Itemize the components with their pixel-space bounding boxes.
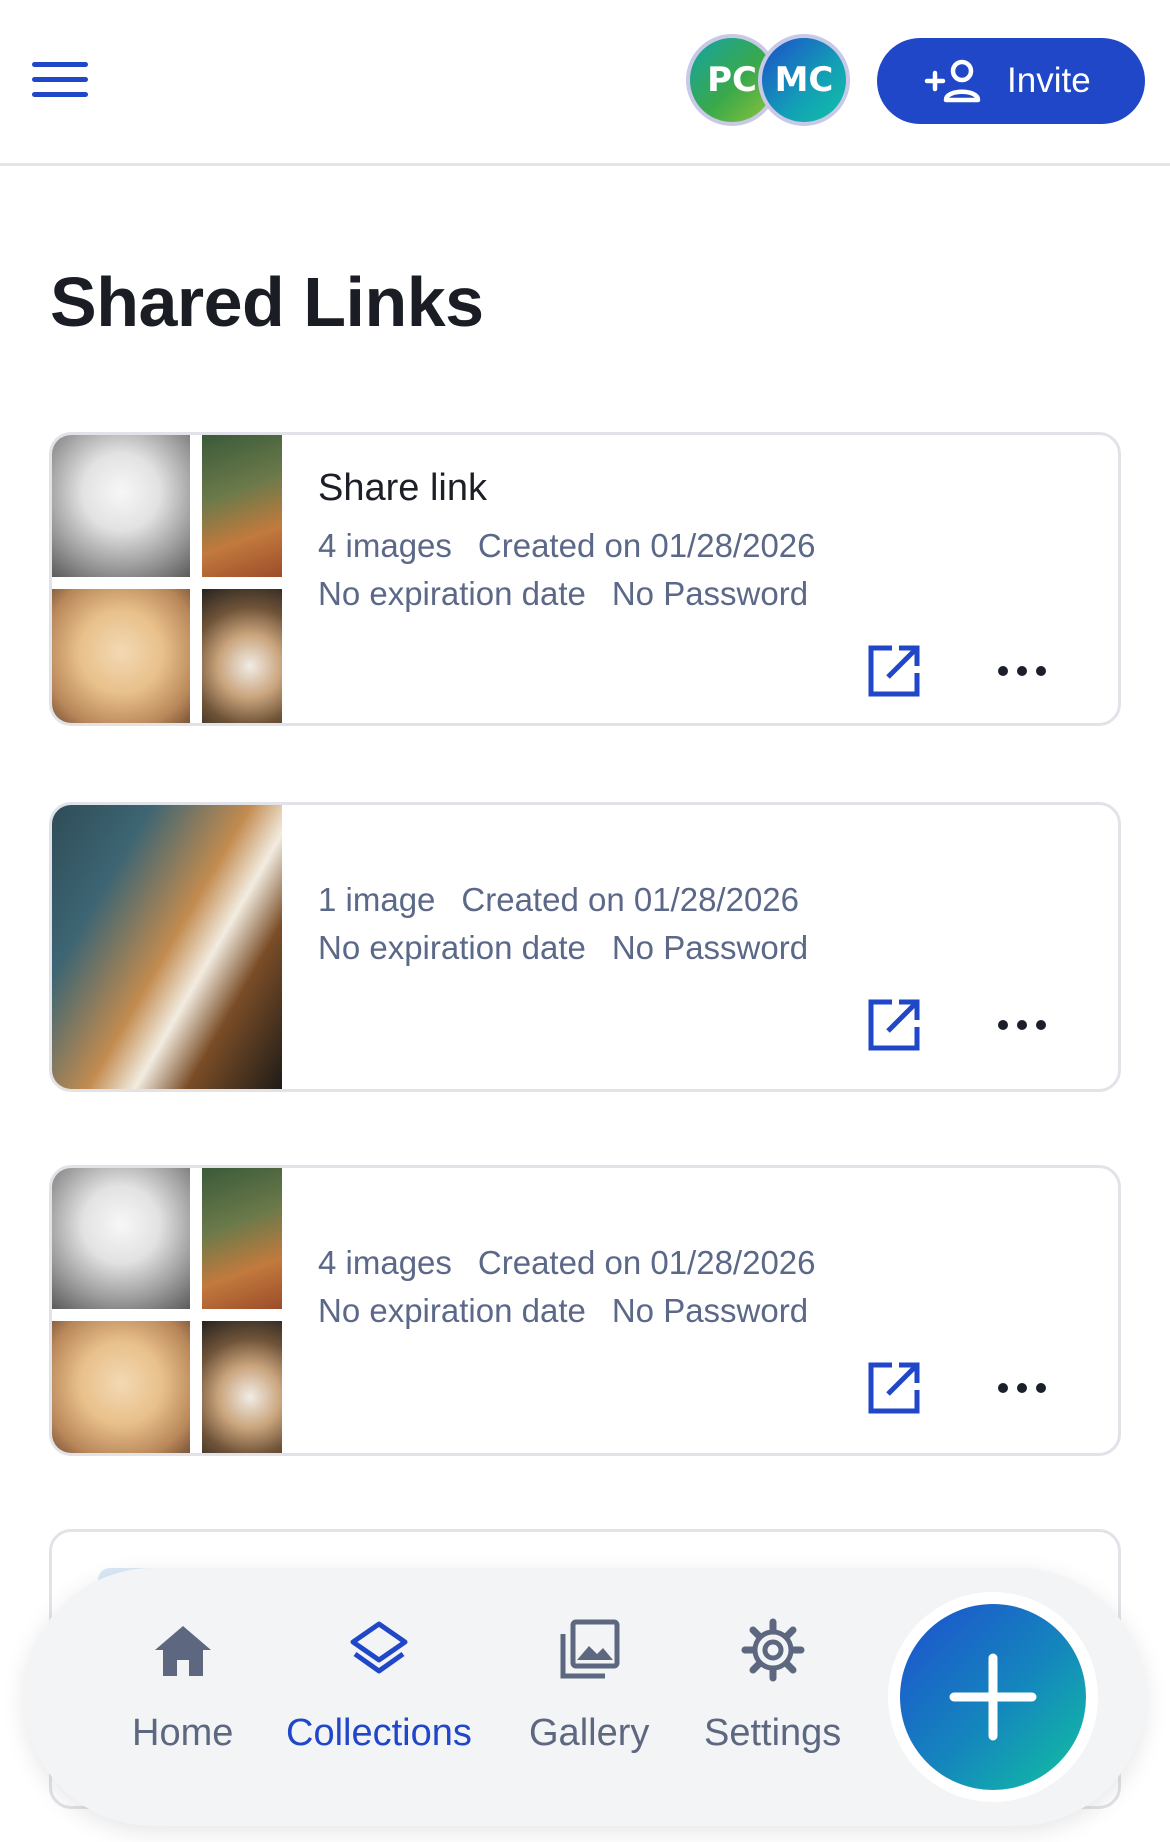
thumbnail-image: [52, 435, 190, 577]
thumbnail-image: [202, 1168, 282, 1309]
expiration-status: No expiration date: [318, 929, 586, 966]
nav-gallery[interactable]: Gallery: [529, 1618, 649, 1755]
open-link-icon[interactable]: [866, 997, 922, 1053]
avatar-mc[interactable]: MC: [758, 34, 850, 126]
open-link-icon[interactable]: [866, 1360, 922, 1416]
thumbnail-grid: [52, 1168, 282, 1453]
open-link-icon[interactable]: [866, 643, 922, 699]
thumbnail-image: [52, 589, 190, 723]
add-button[interactable]: [900, 1604, 1086, 1790]
created-date: Created on 01/28/2026: [477, 527, 816, 564]
nav-collections[interactable]: Collections: [286, 1618, 472, 1755]
password-status: No Password: [611, 575, 809, 612]
password-status: No Password: [611, 929, 809, 966]
gear-icon: [741, 1618, 805, 1682]
created-date: Created on 01/28/2026: [461, 881, 800, 918]
more-options-icon[interactable]: [998, 1378, 1046, 1398]
thumbnail-image: [202, 435, 282, 577]
nav-home-label: Home: [132, 1712, 234, 1754]
home-icon: [154, 1626, 211, 1676]
nav-home[interactable]: Home: [132, 1618, 233, 1755]
thumbnail-grid: [52, 805, 282, 1089]
shared-link-card[interactable]: Share link 4 images Created on 01/28/2026…: [49, 432, 1121, 726]
expiration-status: No expiration date: [318, 1292, 586, 1329]
nav-settings[interactable]: Settings: [704, 1618, 841, 1755]
link-meta-row: 4 images Created on 01/28/2026: [318, 1244, 816, 1282]
plus-icon: [949, 1653, 1037, 1741]
link-title: Share link: [318, 467, 487, 509]
nav-collections-label: Collections: [286, 1712, 472, 1754]
gallery-icon: [560, 1619, 620, 1679]
image-count: 4 images: [318, 1244, 452, 1281]
image-count: 1 image: [318, 881, 436, 918]
link-meta-row: 4 images Created on 01/28/2026: [318, 527, 816, 565]
more-options-icon[interactable]: [998, 1015, 1046, 1035]
thumbnail-image: [52, 1321, 190, 1453]
password-status: No Password: [611, 1292, 809, 1329]
page-title: Shared Links: [50, 263, 484, 341]
more-options-icon[interactable]: [998, 661, 1046, 681]
thumbnail-grid: [52, 435, 282, 723]
add-person-icon: [924, 59, 981, 103]
link-meta-row: No expiration date No Password: [318, 1292, 808, 1330]
expiration-status: No expiration date: [318, 575, 586, 612]
thumbnail-image: [52, 805, 282, 1089]
link-meta-row: No expiration date No Password: [318, 575, 808, 613]
thumbnail-image: [202, 1321, 282, 1453]
hamburger-menu-icon[interactable]: [32, 62, 88, 102]
nav-gallery-label: Gallery: [529, 1712, 650, 1754]
shared-link-card[interactable]: 1 image Created on 01/28/2026 No expirati…: [49, 802, 1121, 1092]
shared-link-card[interactable]: 4 images Created on 01/28/2026 No expirat…: [49, 1165, 1121, 1456]
thumbnail-image: [52, 1168, 190, 1309]
created-date: Created on 01/28/2026: [477, 1244, 816, 1281]
top-bar: PC MC Invite: [0, 0, 1170, 166]
link-meta-row: 1 image Created on 01/28/2026: [318, 881, 799, 919]
invite-label: Invite: [1007, 61, 1091, 100]
image-count: 4 images: [318, 527, 452, 564]
layers-icon: [350, 1621, 408, 1674]
invite-button[interactable]: Invite: [877, 38, 1145, 124]
thumbnail-image: [202, 589, 282, 723]
nav-settings-label: Settings: [704, 1712, 842, 1754]
link-meta-row: No expiration date No Password: [318, 929, 808, 967]
